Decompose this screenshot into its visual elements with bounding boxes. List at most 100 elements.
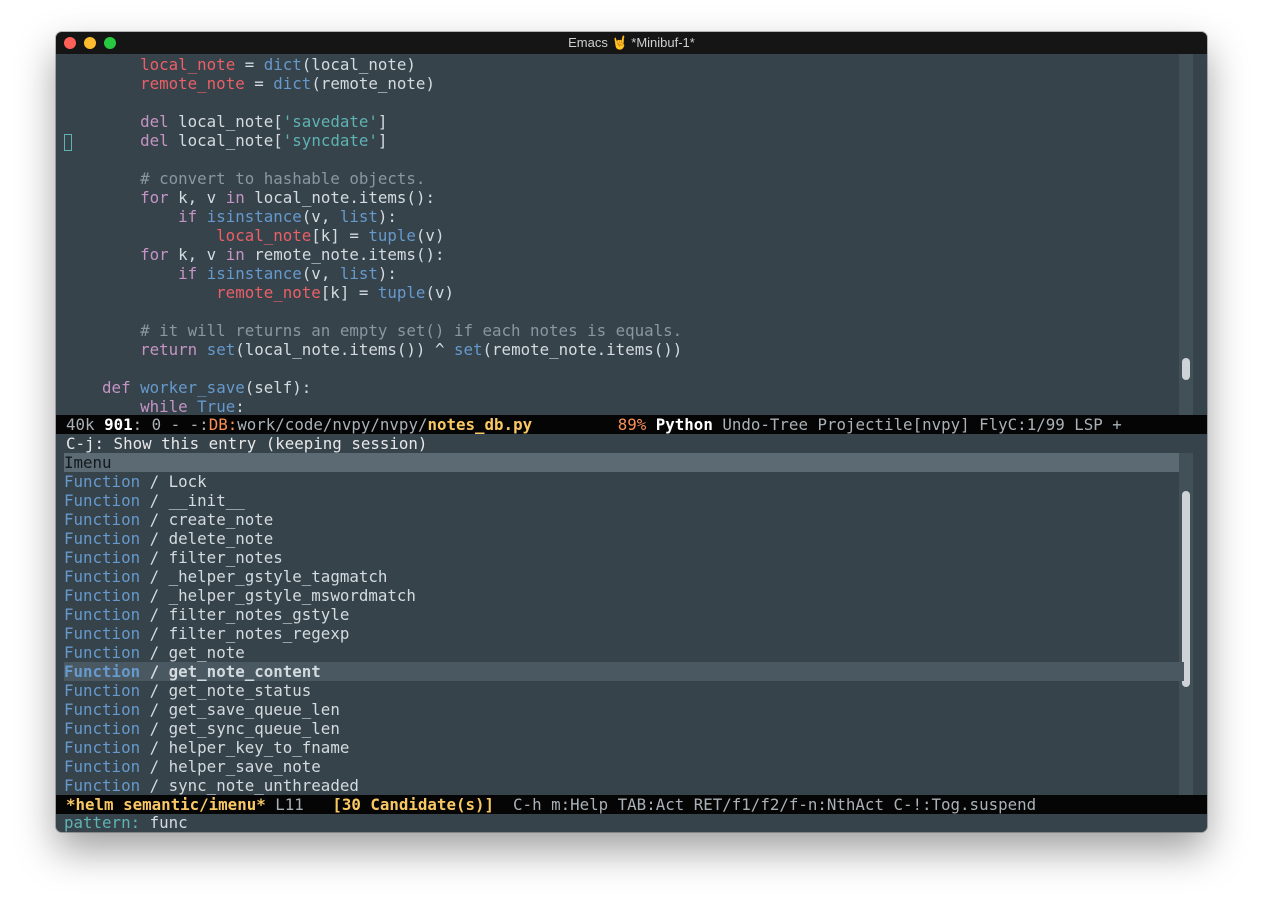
code-token: worker_save (140, 378, 245, 397)
candidate-name: filter_notes_gstyle (168, 605, 350, 624)
code-token: (local_note.items()) ^ (235, 340, 454, 359)
candidate-separator: / (140, 510, 169, 529)
helm-candidate[interactable]: Function / get_save_queue_len (64, 700, 1184, 719)
candidate-kind: Function (64, 624, 141, 643)
candidate-kind: Function (64, 719, 141, 738)
candidate-kind: Function (64, 643, 141, 662)
candidate-name: helper_key_to_fname (168, 738, 350, 757)
candidate-kind: Function (64, 510, 141, 529)
helm-candidate[interactable]: Function / get_note_status (64, 681, 1184, 700)
helm-candidate[interactable]: Function / filter_notes_regexp (64, 624, 1184, 643)
candidate-name: helper_save_note (168, 757, 321, 776)
helm-candidate[interactable]: Function / get_note (64, 643, 1184, 662)
candidate-separator: / (140, 681, 169, 700)
close-window-button[interactable] (64, 37, 76, 49)
code-token: [k] = (311, 226, 369, 245)
code-token: remote_note (140, 74, 245, 93)
helm-candidate[interactable]: Function / _helper_gstyle_mswordmatch (64, 586, 1184, 605)
editor-modeline: 40k 901: 0 - -:DB:work/code/nvpy/nvpy/no… (56, 415, 1207, 434)
code-token: for (140, 188, 169, 207)
helm-candidate[interactable]: Function / sync_note_unthreaded (64, 776, 1184, 795)
code-token: (v) (415, 226, 445, 245)
helm-candidate[interactable]: Function / helper_key_to_fname (64, 738, 1184, 757)
helm-candidate[interactable]: Function / _helper_gstyle_tagmatch (64, 567, 1184, 586)
helm-imenu-buffer[interactable]: Imenu Function / Lock Function / __init__… (56, 453, 1193, 795)
code-line: for k, v in local_note.items(): (64, 188, 435, 207)
buffer-percent: 89% (617, 415, 647, 434)
code-token: remote_note.items(): (244, 245, 445, 264)
code-token: tuple (368, 226, 416, 245)
candidate-name: get_sync_queue_len (168, 719, 340, 738)
code-line: remote_note[k] = tuple(v) (64, 283, 454, 302)
code-token: dict (263, 55, 302, 74)
code-token: ): (377, 264, 397, 283)
candidate-separator: / (140, 567, 169, 586)
window-title: Emacs 🤘 *Minibuf-1* (568, 35, 695, 50)
code-token: dict (273, 74, 312, 93)
helm-line: L11 (265, 795, 304, 814)
helm-candidate[interactable]: Function / delete_note (64, 529, 1184, 548)
code-token: ): (377, 207, 397, 226)
candidate-kind: Function (64, 738, 141, 757)
candidate-separator: / (140, 738, 169, 757)
zoom-window-button[interactable] (104, 37, 116, 49)
helm-candidate[interactable]: Function / filter_notes (64, 548, 1184, 567)
code-token: (self): (244, 378, 312, 397)
emacs-window: Emacs 🤘 *Minibuf-1* local_note = dict(lo… (56, 32, 1207, 832)
minimize-window-button[interactable] (84, 37, 96, 49)
helm-source-header: Imenu (64, 453, 1184, 472)
line-number: 901 (104, 415, 133, 434)
helm-candidate[interactable]: Function / helper_save_note (64, 757, 1184, 776)
candidate-kind: Function (64, 776, 141, 795)
code-token: in (225, 245, 245, 264)
code-line: while True: (64, 397, 245, 415)
candidate-kind: Function (64, 548, 141, 567)
code-token: del (140, 131, 169, 150)
code-line: local_note = dict(local_note) (64, 55, 416, 74)
candidate-separator: / (140, 624, 169, 643)
helm-candidate[interactable]: Function / create_note (64, 510, 1184, 529)
candidate-name: Lock (168, 472, 207, 491)
pattern-input[interactable]: func (150, 813, 188, 832)
code-line: return set(local_note.items()) ^ set(rem… (64, 340, 682, 359)
code-token: ] (377, 112, 388, 131)
column-info: : 0 - -: (132, 415, 209, 434)
candidate-separator: / (140, 529, 169, 548)
candidate-separator: / (140, 586, 169, 605)
helm-candidate[interactable]: Function / get_sync_queue_len (64, 719, 1184, 738)
helm-candidate-count: [30 Candidate(s)] (332, 795, 495, 814)
code-token: ] (377, 131, 388, 150)
code-token: k, v (168, 188, 226, 207)
code-token: : (235, 397, 245, 415)
code-token: [k] = (320, 283, 378, 302)
candidate-separator: / (140, 491, 169, 510)
code-token: local_note (140, 55, 236, 74)
candidate-name: get_note (168, 643, 245, 662)
minibuffer[interactable]: pattern: func (56, 814, 1207, 832)
code-token: if (178, 207, 198, 226)
candidate-kind: Function (64, 529, 141, 548)
code-token: # convert to hashable objects. (140, 169, 426, 188)
editor-scrollbar[interactable] (1179, 54, 1193, 415)
helm-candidate[interactable]: Function / Lock (64, 472, 1184, 491)
helm-candidate[interactable]: Function / filter_notes_gstyle (64, 605, 1184, 624)
helm-candidate-selected[interactable]: Function / get_note_content (64, 662, 1184, 681)
code-line: for k, v in remote_note.items(): (64, 245, 444, 264)
helm-candidate[interactable]: Function / __init__ (64, 491, 1184, 510)
code-token: isinstance (206, 264, 302, 283)
code-token: = (244, 74, 274, 93)
candidate-separator: / (140, 719, 169, 738)
code-token: (remote_note) (311, 74, 435, 93)
code-token: tuple (377, 283, 426, 302)
editor-scrollbar-thumb[interactable] (1182, 358, 1190, 380)
code-line: del local_note['syncdate'] (64, 131, 387, 150)
code-editor[interactable]: local_note = dict(local_note) remote_not… (56, 54, 1193, 415)
